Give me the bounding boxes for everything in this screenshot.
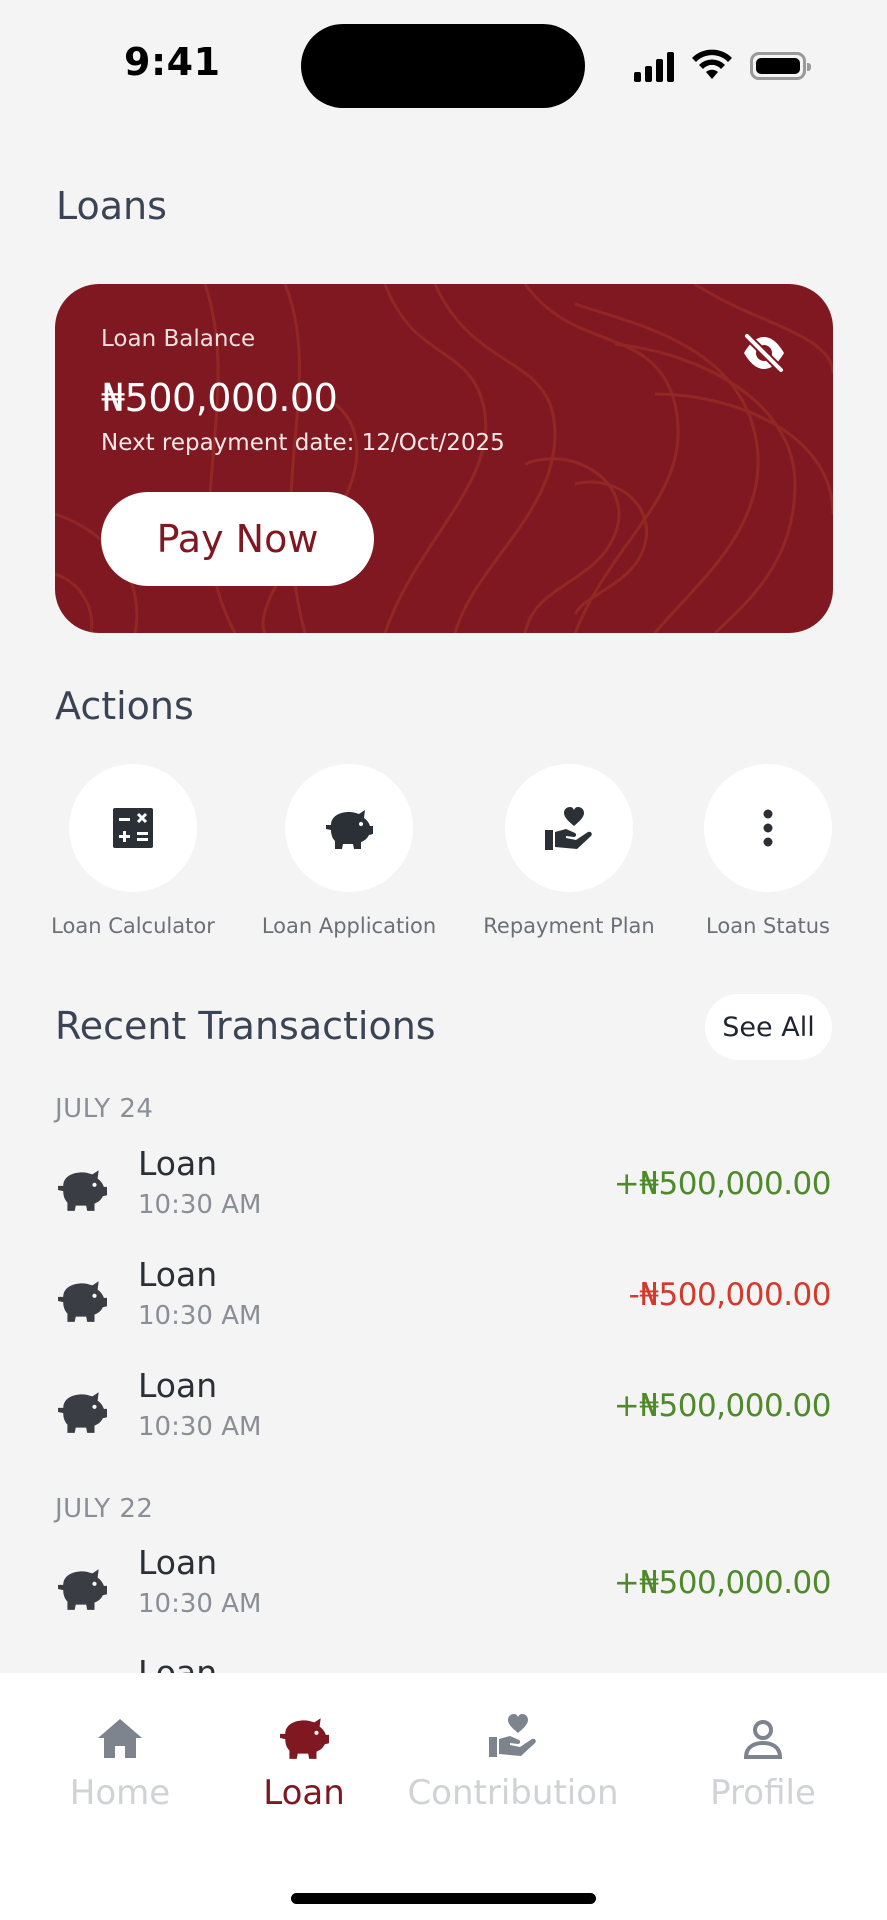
nav-item-home[interactable]: Home [50, 1703, 190, 1813]
transaction-date-header: JULY 22 [55, 1494, 154, 1524]
see-all-button[interactable]: See All [705, 994, 832, 1060]
next-repayment-date: Next repayment date: 12/Oct/2025 [101, 430, 505, 456]
loan-application-action[interactable]: Loan Application [244, 764, 454, 938]
hand-heart-icon [489, 1714, 536, 1757]
nav-label-contribution: Contribution [407, 1773, 619, 1813]
loan-status-button[interactable] [704, 764, 832, 892]
piggy-bank-icon [326, 810, 373, 849]
status-bar: 9:41 [0, 0, 887, 130]
transaction-row[interactable]: Loan 10:30 AM +₦500,000.00 [55, 1144, 833, 1234]
transaction-time: 10:30 AM [138, 1190, 262, 1220]
transaction-row[interactable]: Loan 10:30 AM -₦500,000.00 [55, 1255, 833, 1345]
bottom-nav: Home Loan Contribution Profile [0, 1673, 887, 1920]
transaction-row[interactable]: Loan 10:30 AM +₦500,000.00 [55, 1366, 833, 1456]
eye-off-icon[interactable] [741, 330, 787, 376]
transaction-name: Loan [138, 1543, 218, 1582]
transaction-time: 10:30 AM [138, 1412, 262, 1442]
piggy-bank-icon [58, 1170, 107, 1211]
home-indicator[interactable] [291, 1893, 596, 1904]
transaction-time: 10:30 AM [138, 1589, 262, 1619]
actions-title: Actions [55, 684, 194, 728]
transaction-name: Loan [138, 1255, 218, 1294]
transaction-amount: +₦500,000.00 [613, 1388, 832, 1424]
transaction-amount: +₦500,000.00 [613, 1565, 832, 1601]
action-label: Loan Calculator [51, 914, 215, 938]
loan-balance-label: Loan Balance [101, 326, 256, 352]
nav-item-contribution[interactable]: Contribution [398, 1703, 628, 1813]
page-title: Loans [56, 184, 167, 228]
more-vertical-icon [763, 809, 773, 847]
piggy-bank-icon [58, 1569, 107, 1610]
cellular-signal-icon [634, 50, 676, 82]
loan-status-action[interactable]: Loan Status [663, 764, 873, 938]
transaction-name: Loan [138, 1144, 218, 1183]
transaction-row[interactable]: Loan 10:30 AM +₦500,000.00 [55, 1543, 833, 1633]
loan-calculator-button[interactable] [69, 764, 197, 892]
transaction-name: Loan [138, 1366, 218, 1405]
loan-application-button[interactable] [285, 764, 413, 892]
piggy-bank-icon [280, 1718, 329, 1759]
action-label: Loan Status [706, 914, 830, 938]
piggy-bank-icon [58, 1392, 107, 1433]
transaction-date-header: JULY 24 [55, 1094, 154, 1124]
nav-label-loan: Loan [263, 1773, 345, 1813]
nav-label-home: Home [69, 1773, 171, 1813]
status-time: 9:41 [124, 40, 221, 84]
transaction-time: 10:30 AM [138, 1301, 262, 1331]
loan-balance-amount: ₦500,000.00 [101, 376, 338, 420]
dynamic-island [301, 24, 585, 108]
action-label: Repayment Plan [483, 914, 655, 938]
repayment-plan-action[interactable]: Repayment Plan [464, 764, 674, 938]
nav-item-profile[interactable]: Profile [693, 1703, 833, 1813]
piggy-bank-icon [58, 1281, 107, 1322]
pay-now-button[interactable]: Pay Now [101, 492, 374, 586]
user-icon [743, 1720, 783, 1759]
repayment-plan-button[interactable] [505, 764, 633, 892]
loan-calculator-action[interactable]: Loan Calculator [28, 764, 238, 938]
transaction-amount: -₦500,000.00 [628, 1277, 832, 1313]
hand-heart-icon [545, 807, 592, 850]
transaction-amount: +₦500,000.00 [613, 1166, 832, 1202]
action-label: Loan Application [261, 914, 437, 938]
loan-balance-card: Loan Balance ₦500,000.00 Next repayment … [55, 284, 833, 633]
calculator-icon [113, 808, 153, 848]
wifi-icon [692, 49, 732, 79]
recent-transactions-title: Recent Transactions [55, 1004, 436, 1048]
battery-icon [750, 52, 811, 80]
nav-label-profile: Profile [710, 1773, 816, 1813]
transaction-name-partial: Loan [138, 1653, 218, 1673]
home-icon [98, 1719, 142, 1758]
nav-item-loan[interactable]: Loan [234, 1703, 374, 1813]
